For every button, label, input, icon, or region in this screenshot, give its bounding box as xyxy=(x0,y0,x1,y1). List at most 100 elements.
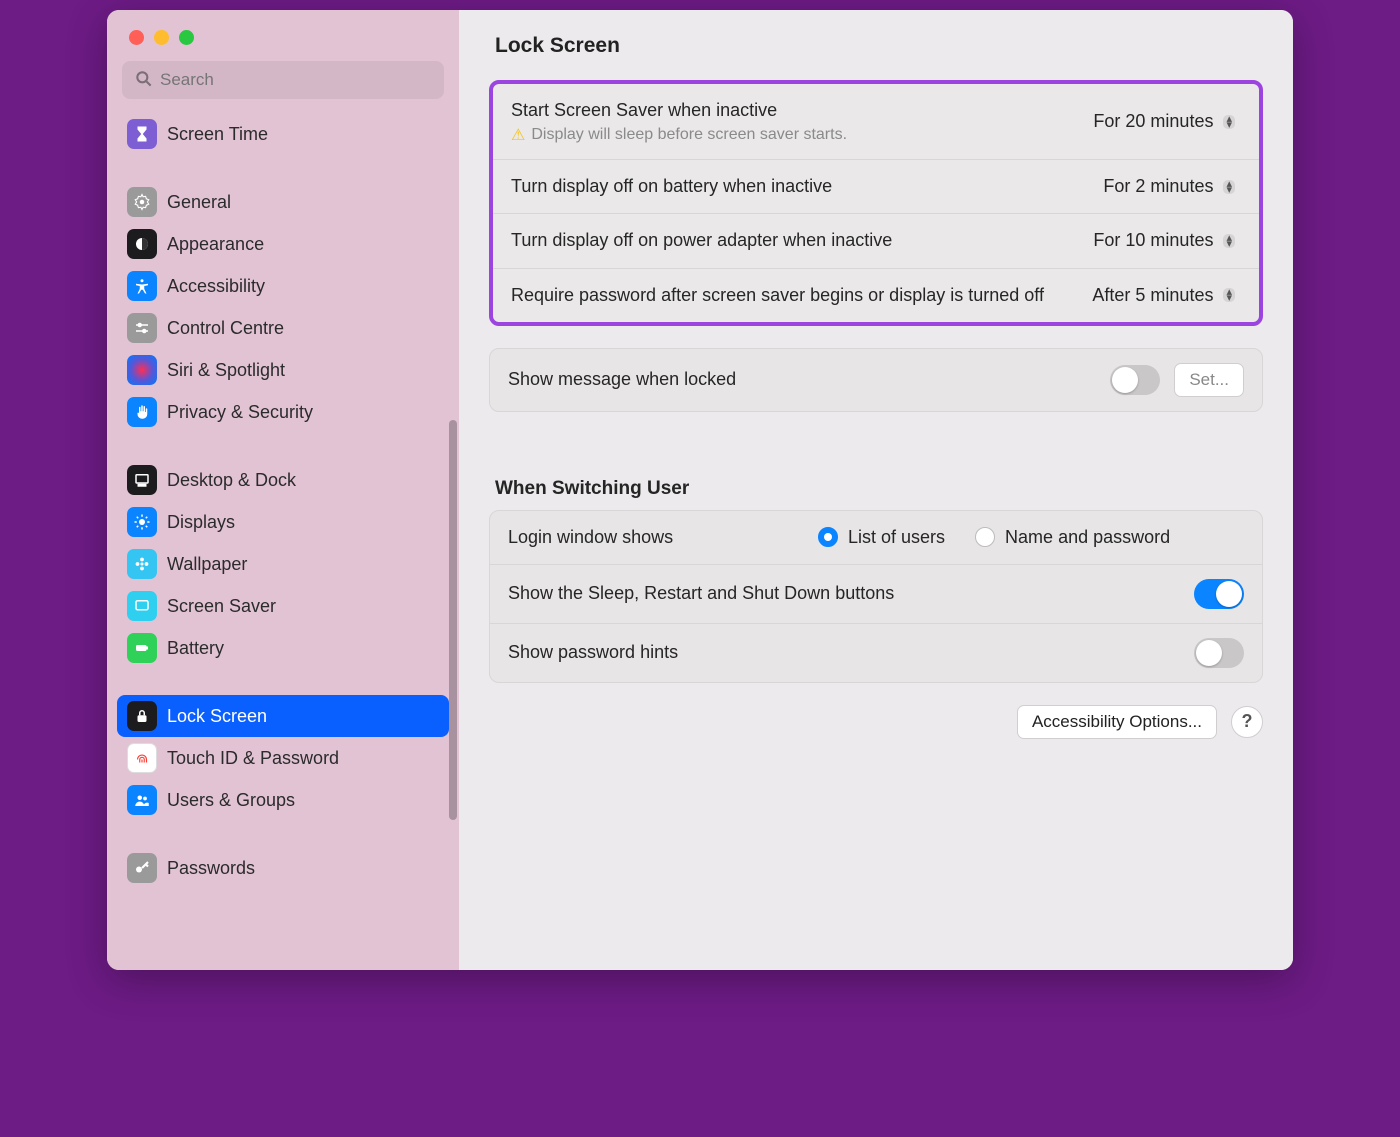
lock-message-label: Show message when locked xyxy=(508,367,1090,392)
hand-icon xyxy=(127,397,157,427)
sidebar-nav: Screen Time General Appearance Acces xyxy=(107,113,459,970)
sidebar-scrollbar[interactable] xyxy=(449,420,457,820)
battery-icon xyxy=(127,633,157,663)
sidebar-item-wallpaper[interactable]: Wallpaper xyxy=(117,543,449,585)
fullscreen-button[interactable] xyxy=(179,30,194,45)
siri-icon xyxy=(127,355,157,385)
sidebar-item-touch-id-password[interactable]: Touch ID & Password xyxy=(117,737,449,779)
show-buttons-label: Show the Sleep, Restart and Shut Down bu… xyxy=(508,581,1174,606)
content-pane: Lock Screen Start Screen Saver when inac… xyxy=(459,10,1293,970)
chevron-up-down-icon: ▴▾ xyxy=(1223,234,1235,248)
switching-user-group: Login window shows List of users Name an… xyxy=(489,510,1263,683)
search-input[interactable] xyxy=(122,61,444,99)
radio-list-of-users[interactable]: List of users xyxy=(818,527,945,548)
settings-window: Screen Time General Appearance Acces xyxy=(107,10,1293,970)
accessibility-icon xyxy=(127,271,157,301)
hourglass-icon xyxy=(127,119,157,149)
screensaver-warning: ⚠︎ Display will sleep before screen save… xyxy=(511,125,1065,145)
dock-icon xyxy=(127,465,157,495)
flower-icon xyxy=(127,549,157,579)
sidebar-item-label: General xyxy=(167,192,231,213)
help-button[interactable]: ? xyxy=(1231,706,1263,738)
users-icon xyxy=(127,785,157,815)
display-adapter-row: Turn display off on power adapter when i… xyxy=(493,214,1259,268)
sidebar-item-battery[interactable]: Battery xyxy=(117,627,449,669)
display-battery-popup[interactable]: For 2 minutes ▴▾ xyxy=(1095,174,1241,199)
appearance-icon xyxy=(127,229,157,259)
radio-icon xyxy=(975,527,995,547)
sidebar-item-passwords[interactable]: Passwords xyxy=(117,847,449,889)
minimize-button[interactable] xyxy=(154,30,169,45)
sidebar-item-accessibility[interactable]: Accessibility xyxy=(117,265,449,307)
sidebar-item-label: Wallpaper xyxy=(167,554,247,575)
gear-icon xyxy=(127,187,157,217)
switching-user-header: When Switching User xyxy=(495,478,1263,500)
timing-settings-group: Start Screen Saver when inactive ⚠︎ Disp… xyxy=(489,80,1263,326)
search-icon xyxy=(134,69,154,89)
sidebar-item-appearance[interactable]: Appearance xyxy=(117,223,449,265)
fingerprint-icon xyxy=(127,743,157,773)
accessibility-options-button[interactable]: Accessibility Options... xyxy=(1017,705,1217,739)
sidebar-item-privacy-security[interactable]: Privacy & Security xyxy=(117,391,449,433)
screensaver-popup[interactable]: For 20 minutes ▴▾ xyxy=(1085,109,1241,134)
require-password-row: Require password after screen saver begi… xyxy=(493,269,1259,322)
sidebar-item-label: Lock Screen xyxy=(167,706,267,727)
sidebar-item-label: Siri & Spotlight xyxy=(167,360,285,381)
search-wrap xyxy=(107,61,459,113)
lock-icon xyxy=(127,701,157,731)
sidebar-item-label: Users & Groups xyxy=(167,790,295,811)
display-adapter-label: Turn display off on power adapter when i… xyxy=(511,228,1065,253)
display-battery-label: Turn display off on battery when inactiv… xyxy=(511,174,1075,199)
screensaver-icon xyxy=(127,591,157,621)
require-password-popup[interactable]: After 5 minutes ▴▾ xyxy=(1084,283,1241,308)
lock-message-row: Show message when locked Set... xyxy=(490,349,1262,411)
radio-icon xyxy=(818,527,838,547)
warning-icon: ⚠︎ xyxy=(511,125,525,145)
radio-name-password[interactable]: Name and password xyxy=(975,527,1170,548)
display-battery-row: Turn display off on battery when inactiv… xyxy=(493,160,1259,214)
sidebar: Screen Time General Appearance Acces xyxy=(107,10,459,970)
sidebar-item-screen-saver[interactable]: Screen Saver xyxy=(117,585,449,627)
sidebar-item-displays[interactable]: Displays xyxy=(117,501,449,543)
sidebar-item-label: Displays xyxy=(167,512,235,533)
sidebar-item-label: Passwords xyxy=(167,858,255,879)
sidebar-item-desktop-dock[interactable]: Desktop & Dock xyxy=(117,459,449,501)
screensaver-label: Start Screen Saver when inactive xyxy=(511,98,1065,123)
password-hints-label: Show password hints xyxy=(508,640,1174,665)
lock-message-toggle[interactable] xyxy=(1110,365,1160,395)
sidebar-item-lock-screen[interactable]: Lock Screen xyxy=(117,695,449,737)
sidebar-item-users-groups[interactable]: Users & Groups xyxy=(117,779,449,821)
page-title: Lock Screen xyxy=(495,34,1263,58)
lock-message-group: Show message when locked Set... xyxy=(489,348,1263,412)
show-buttons-toggle[interactable] xyxy=(1194,579,1244,609)
key-icon xyxy=(127,853,157,883)
sidebar-item-label: Control Centre xyxy=(167,318,284,339)
window-controls xyxy=(107,22,459,61)
password-hints-row: Show password hints xyxy=(490,624,1262,682)
sidebar-item-label: Touch ID & Password xyxy=(167,748,339,769)
show-buttons-row: Show the Sleep, Restart and Shut Down bu… xyxy=(490,565,1262,624)
sidebar-item-label: Accessibility xyxy=(167,276,265,297)
sidebar-item-siri-spotlight[interactable]: Siri & Spotlight xyxy=(117,349,449,391)
login-window-row: Login window shows List of users Name an… xyxy=(490,511,1262,565)
sidebar-item-label: Battery xyxy=(167,638,224,659)
sidebar-item-label: Desktop & Dock xyxy=(167,470,296,491)
sidebar-item-general[interactable]: General xyxy=(117,181,449,223)
sidebar-item-control-centre[interactable]: Control Centre xyxy=(117,307,449,349)
sidebar-item-label: Screen Time xyxy=(167,124,268,145)
close-button[interactable] xyxy=(129,30,144,45)
sidebar-item-label: Screen Saver xyxy=(167,596,276,617)
password-hints-toggle[interactable] xyxy=(1194,638,1244,668)
lock-message-set-button[interactable]: Set... xyxy=(1174,363,1244,397)
chevron-up-down-icon: ▴▾ xyxy=(1223,115,1235,129)
display-adapter-popup[interactable]: For 10 minutes ▴▾ xyxy=(1085,228,1241,253)
sidebar-item-label: Privacy & Security xyxy=(167,402,313,423)
screensaver-row: Start Screen Saver when inactive ⚠︎ Disp… xyxy=(493,84,1259,160)
sidebar-item-label: Appearance xyxy=(167,234,264,255)
chevron-up-down-icon: ▴▾ xyxy=(1223,180,1235,194)
sidebar-item-screen-time[interactable]: Screen Time xyxy=(117,113,449,155)
footer-row: Accessibility Options... ? xyxy=(489,705,1263,739)
chevron-up-down-icon: ▴▾ xyxy=(1223,288,1235,302)
login-window-label: Login window shows xyxy=(508,525,798,550)
brightness-icon xyxy=(127,507,157,537)
